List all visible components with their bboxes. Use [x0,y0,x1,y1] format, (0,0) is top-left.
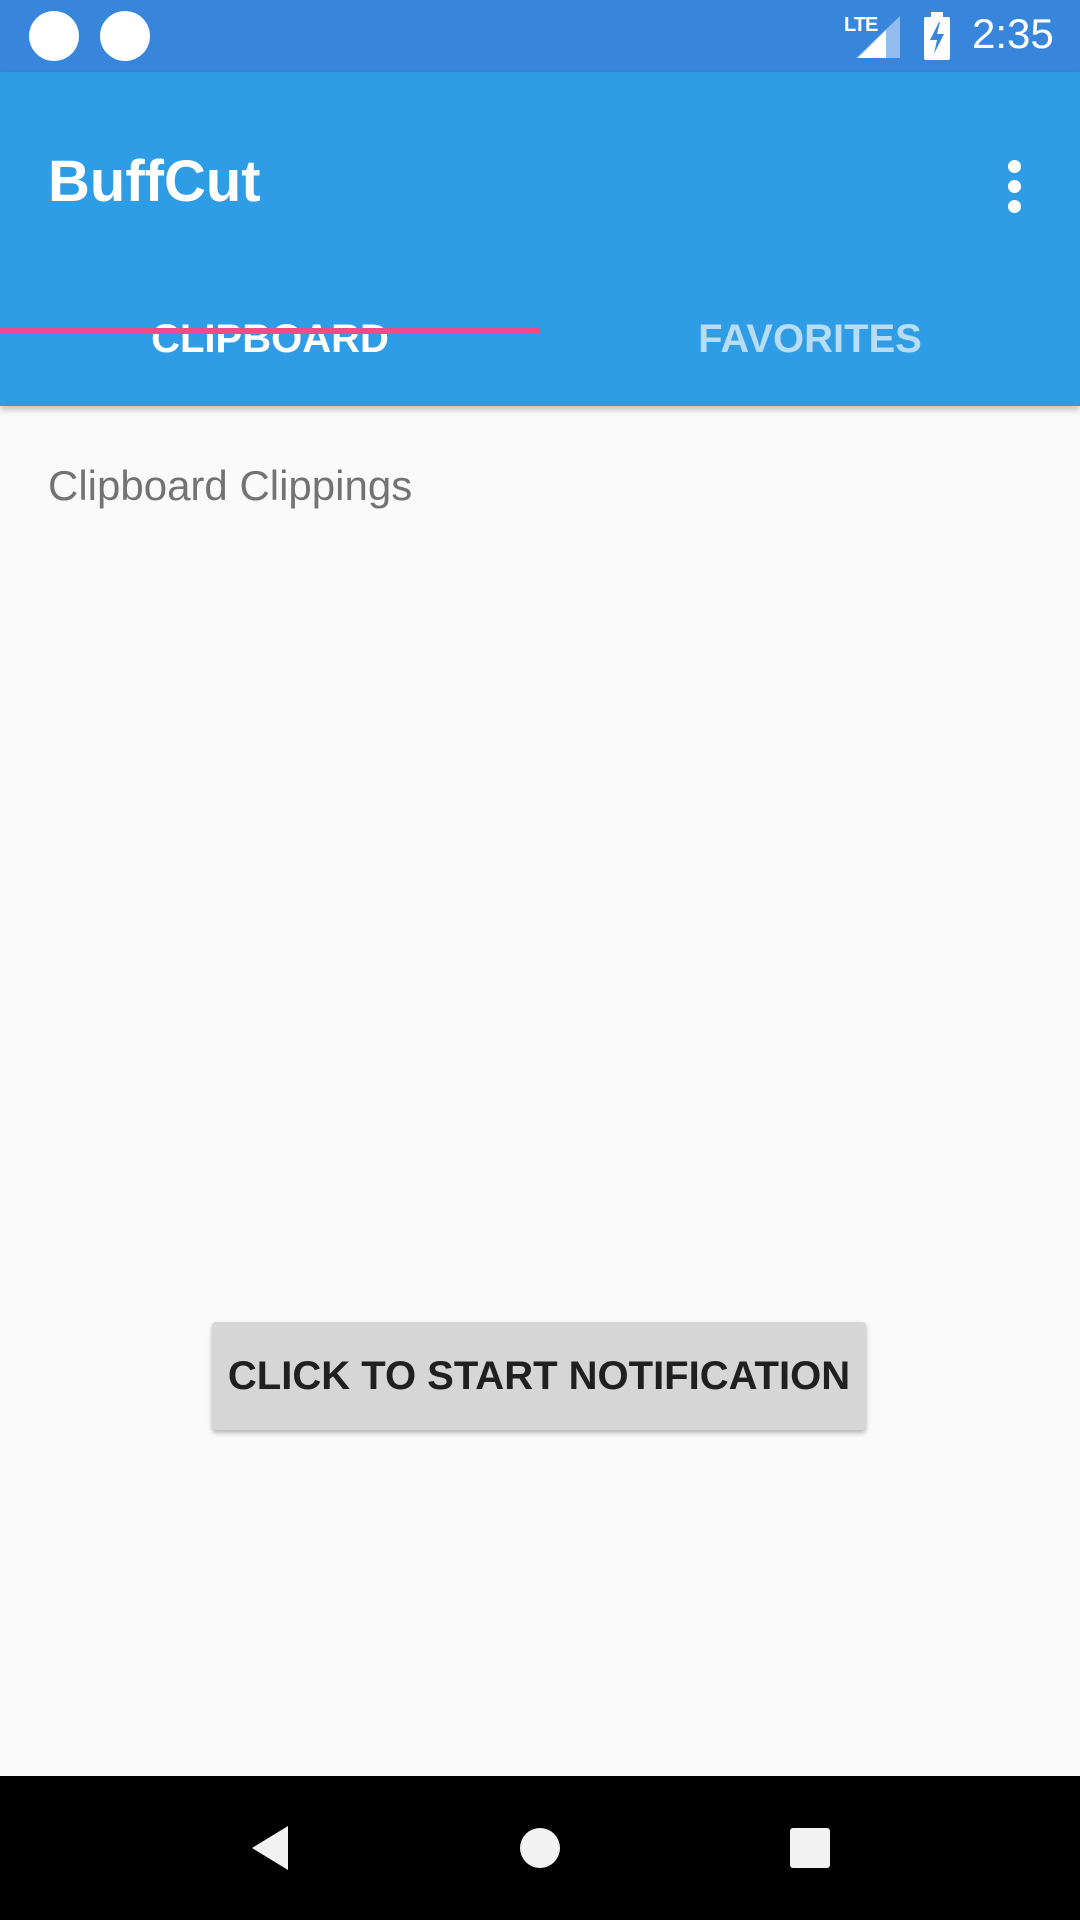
tab-label: CLIPBOARD [151,316,389,361]
lte-signal-icon [856,16,900,58]
app-title: BuffCut [48,149,261,214]
start-notification-button[interactable]: CLICK TO START NOTIFICATION [212,1322,866,1430]
tab-selection-indicator [0,328,540,334]
status-bar: LTE 2:35 [0,0,1080,72]
back-icon[interactable] [238,1816,302,1880]
home-icon[interactable] [508,1816,572,1880]
start-notification-label: CLICK TO START NOTIFICATION [227,1353,851,1398]
tab-label: FAVORITES [698,316,922,361]
tab-favorites[interactable]: FAVORITES [540,272,1080,406]
more-options-button[interactable] [990,150,1038,222]
app-screen: LTE 2:35 BuffCut CLIPBOARD FAVORITES Cli… [0,0,1080,1920]
notification-dot-icon [29,11,79,61]
notification-dot-icon [100,11,150,61]
app-bar: BuffCut CLIPBOARD FAVORITES [0,72,1080,406]
battery-charging-icon [924,12,950,60]
section-title: Clipboard Clippings [48,462,413,509]
tab-clipboard[interactable]: CLIPBOARD [0,272,540,406]
tab-bar: CLIPBOARD FAVORITES [0,272,1080,406]
recents-icon[interactable] [778,1816,842,1880]
navigation-bar [0,1776,1080,1920]
status-clock: 2:35 [972,10,1054,57]
